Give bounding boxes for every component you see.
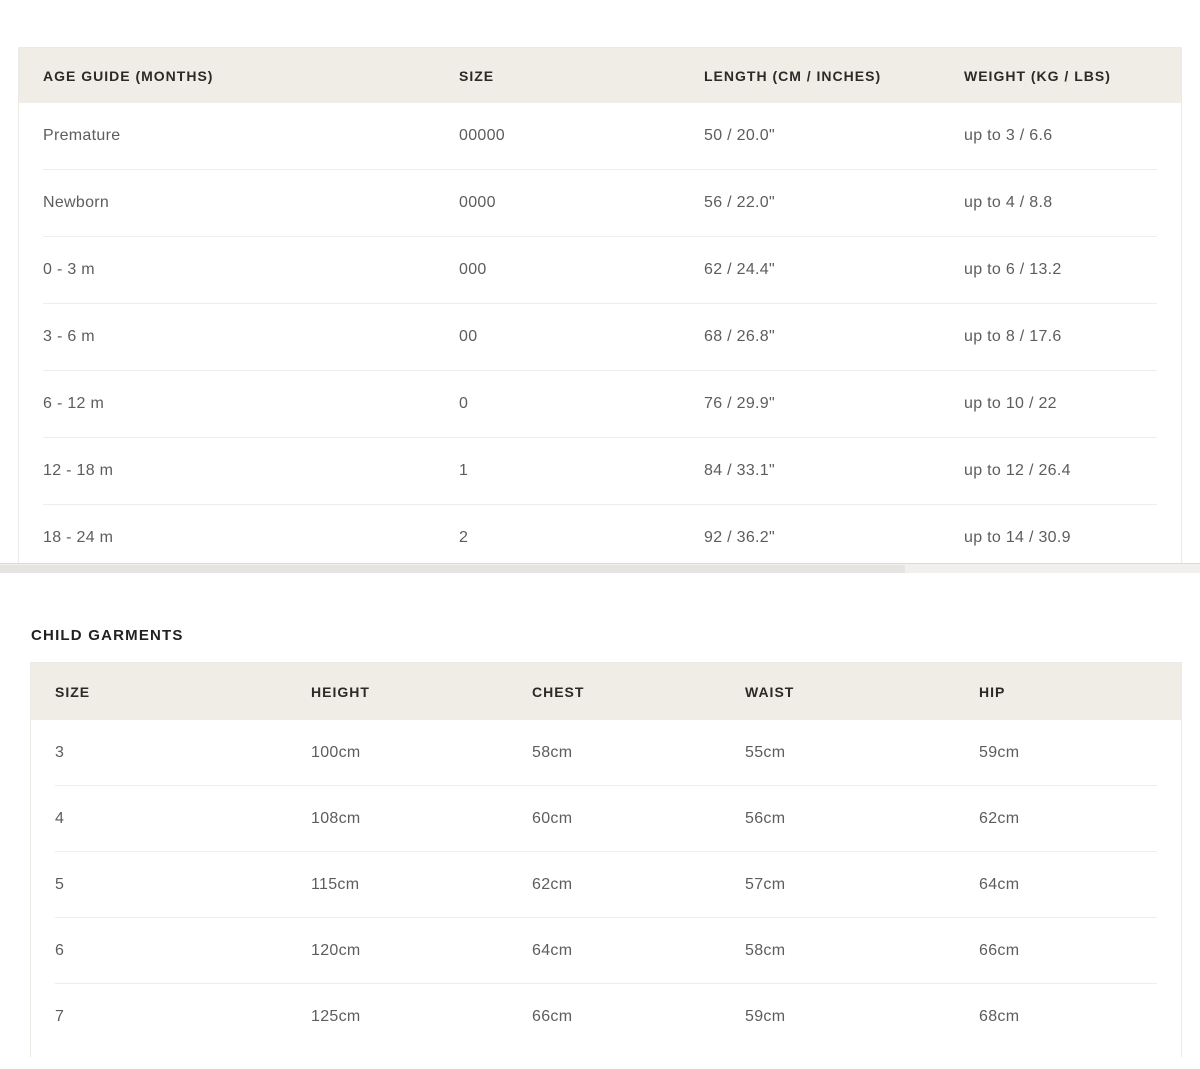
table-cell: 0 - 3 m bbox=[19, 261, 459, 279]
table-row: 7125cm66cm59cm68cm bbox=[31, 984, 1181, 1049]
table-cell: 66cm bbox=[979, 942, 1181, 960]
table-cell: 50 / 20.0" bbox=[704, 127, 964, 145]
table-cell: 64cm bbox=[532, 942, 745, 960]
table-cell: 55cm bbox=[745, 744, 979, 762]
table-cell: 62 / 24.4" bbox=[704, 261, 964, 279]
table-cell: 58cm bbox=[532, 744, 745, 762]
table-cell: 58cm bbox=[745, 942, 979, 960]
table-row: 12 - 18 m184 / 33.1"up to 12 / 26.4 bbox=[19, 438, 1181, 504]
table-cell: up to 3 / 6.6 bbox=[964, 127, 1181, 145]
column-header: WEIGHT (KG / LBS) bbox=[964, 68, 1181, 84]
table-cell: 56 / 22.0" bbox=[704, 194, 964, 212]
table-cell: 125cm bbox=[311, 1008, 532, 1026]
baby-table-header-row: AGE GUIDE (MONTHS)SIZELENGTH (CM / INCHE… bbox=[19, 48, 1181, 103]
table-cell: 5 bbox=[31, 876, 311, 894]
table-cell: 00000 bbox=[459, 127, 704, 145]
column-header: CHEST bbox=[532, 684, 745, 700]
table-cell: 62cm bbox=[532, 876, 745, 894]
table-cell: 115cm bbox=[311, 876, 532, 894]
table-cell: 18 - 24 m bbox=[19, 529, 459, 547]
baby-size-table: AGE GUIDE (MONTHS)SIZELENGTH (CM / INCHE… bbox=[18, 47, 1182, 564]
table-cell: 3 bbox=[31, 744, 311, 762]
table-cell: 6 - 12 m bbox=[19, 395, 459, 413]
table-row: 5115cm62cm57cm64cm bbox=[31, 852, 1181, 917]
table-cell: 57cm bbox=[745, 876, 979, 894]
table-row: 18 - 24 m292 / 36.2"up to 14 / 30.9 bbox=[19, 505, 1181, 564]
table-row: 4108cm60cm56cm62cm bbox=[31, 786, 1181, 851]
table-cell: 84 / 33.1" bbox=[704, 462, 964, 480]
table-cell: Newborn bbox=[19, 194, 459, 212]
table-cell: 60cm bbox=[532, 810, 745, 828]
table-cell: 0 bbox=[459, 395, 704, 413]
table-row: 6120cm64cm58cm66cm bbox=[31, 918, 1181, 983]
column-header: AGE GUIDE (MONTHS) bbox=[19, 68, 459, 84]
table-cell: up to 14 / 30.9 bbox=[964, 529, 1181, 547]
table-cell: 0000 bbox=[459, 194, 704, 212]
table-cell: up to 10 / 22 bbox=[964, 395, 1181, 413]
table-cell: up to 4 / 8.8 bbox=[964, 194, 1181, 212]
child-garments-table: SIZEHEIGHTCHESTWAISTHIP 3100cm58cm55cm59… bbox=[30, 662, 1182, 1057]
table-row: 3 - 6 m0068 / 26.8"up to 8 / 17.6 bbox=[19, 304, 1181, 370]
table-cell: 120cm bbox=[311, 942, 532, 960]
table-row: 3100cm58cm55cm59cm bbox=[31, 720, 1181, 785]
table-cell: up to 6 / 13.2 bbox=[964, 261, 1181, 279]
table-cell: 56cm bbox=[745, 810, 979, 828]
table-cell: 1 bbox=[459, 462, 704, 480]
table-cell: 59cm bbox=[745, 1008, 979, 1026]
table-row: 6 - 12 m076 / 29.9"up to 10 / 22 bbox=[19, 371, 1181, 437]
child-table-header-row: SIZEHEIGHTCHESTWAISTHIP bbox=[31, 663, 1181, 720]
table-row: Newborn000056 / 22.0"up to 4 / 8.8 bbox=[19, 170, 1181, 236]
column-header: SIZE bbox=[459, 68, 704, 84]
column-header: LENGTH (CM / INCHES) bbox=[704, 68, 964, 84]
column-header: HEIGHT bbox=[311, 684, 532, 700]
table-cell: 7 bbox=[31, 1008, 311, 1026]
table-cell: 6 bbox=[31, 942, 311, 960]
table-cell: 66cm bbox=[532, 1008, 745, 1026]
horizontal-scrollbar-thumb[interactable] bbox=[0, 565, 905, 573]
child-garments-heading: CHILD GARMENTS bbox=[31, 627, 184, 644]
table-cell: 59cm bbox=[979, 744, 1181, 762]
size-guide-page: { "colors": { "page_bg": "#ffffff", "tab… bbox=[0, 0, 1200, 1069]
table-cell: 00 bbox=[459, 328, 704, 346]
column-header: WAIST bbox=[745, 684, 979, 700]
table-row: Premature0000050 / 20.0"up to 3 / 6.6 bbox=[19, 103, 1181, 169]
table-cell: up to 8 / 17.6 bbox=[964, 328, 1181, 346]
table-cell: 92 / 36.2" bbox=[704, 529, 964, 547]
table-cell: 62cm bbox=[979, 810, 1181, 828]
table-cell: 100cm bbox=[311, 744, 532, 762]
table-cell: 12 - 18 m bbox=[19, 462, 459, 480]
table-cell: 64cm bbox=[979, 876, 1181, 894]
table-cell: 108cm bbox=[311, 810, 532, 828]
table-cell: Premature bbox=[19, 127, 459, 145]
table-cell: up to 12 / 26.4 bbox=[964, 462, 1181, 480]
column-header: HIP bbox=[979, 684, 1181, 700]
table-cell: 68cm bbox=[979, 1008, 1181, 1026]
column-header: SIZE bbox=[31, 684, 311, 700]
table-cell: 68 / 26.8" bbox=[704, 328, 964, 346]
horizontal-scrollbar-track[interactable] bbox=[0, 563, 1200, 573]
table-cell: 3 - 6 m bbox=[19, 328, 459, 346]
table-cell: 2 bbox=[459, 529, 704, 547]
table-cell: 000 bbox=[459, 261, 704, 279]
table-cell: 4 bbox=[31, 810, 311, 828]
table-cell: 76 / 29.9" bbox=[704, 395, 964, 413]
table-row: 0 - 3 m00062 / 24.4"up to 6 / 13.2 bbox=[19, 237, 1181, 303]
